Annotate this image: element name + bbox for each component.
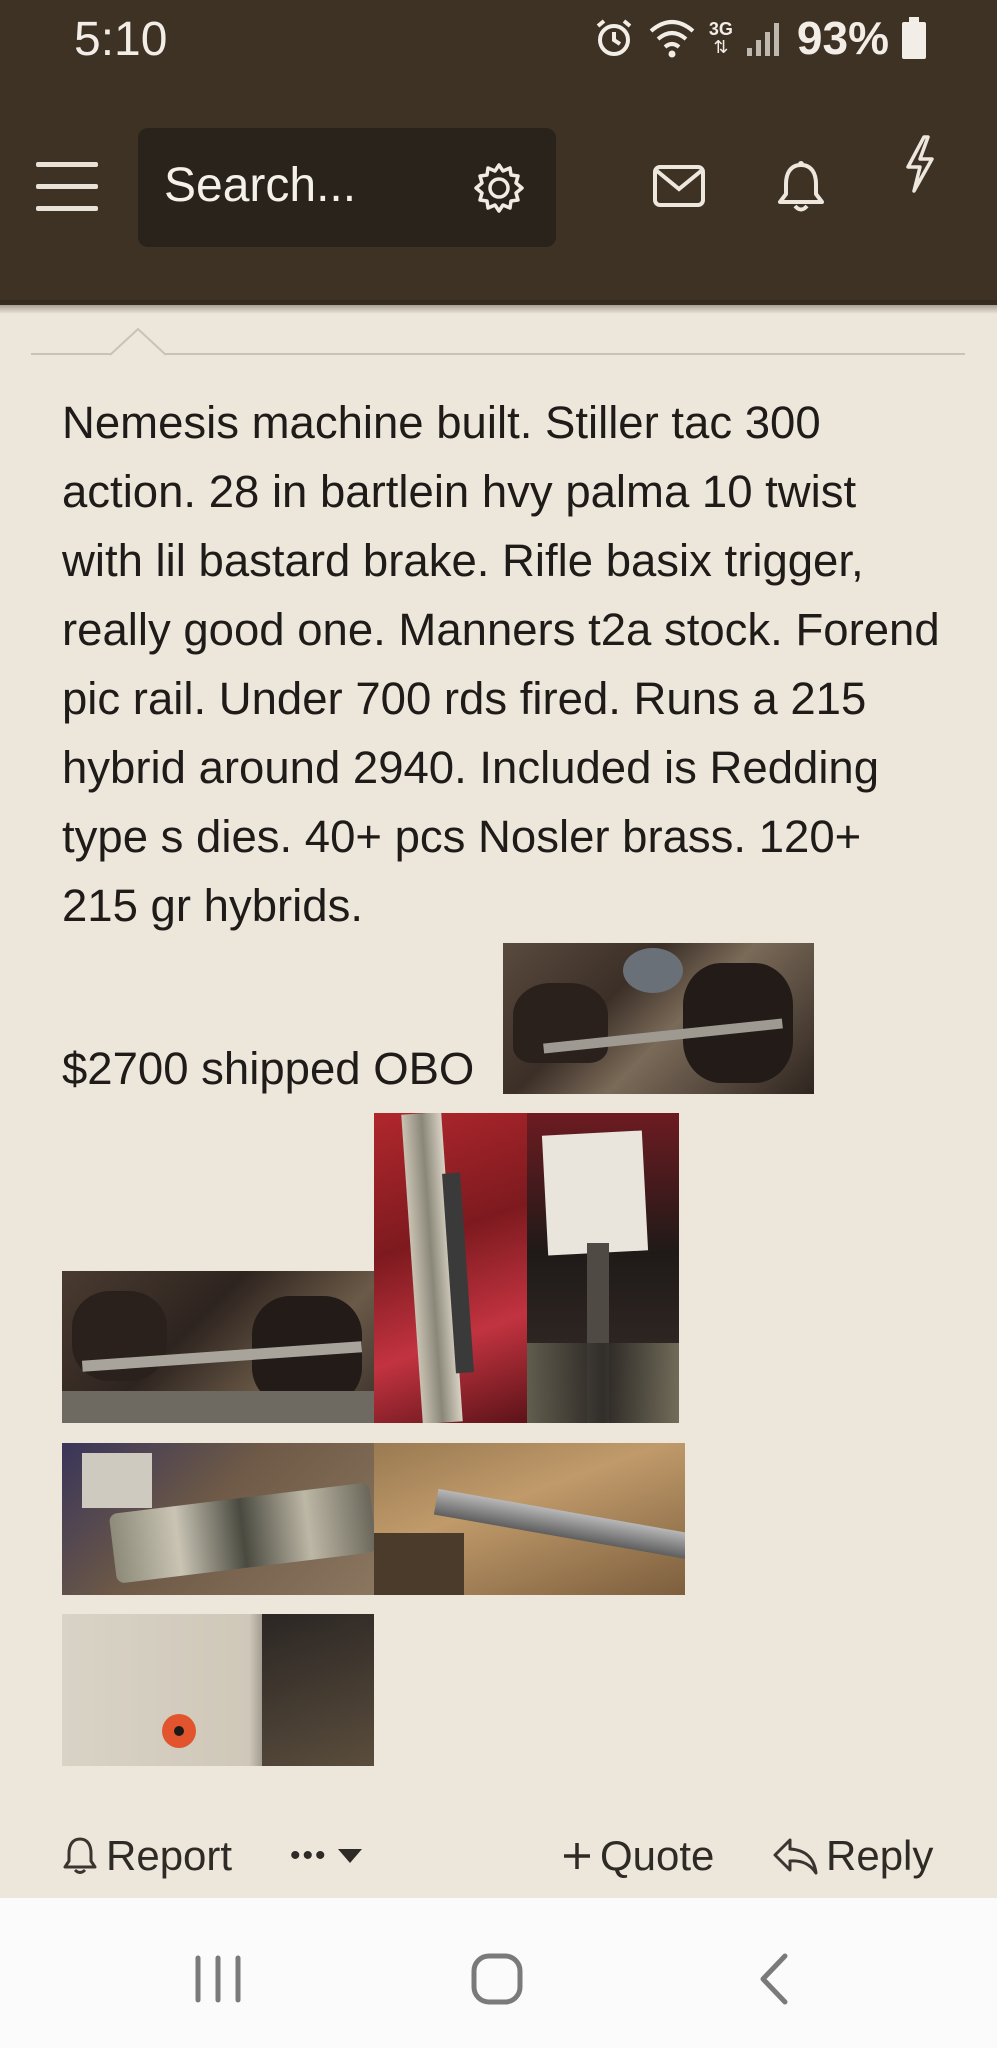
menu-icon-line [36,162,98,167]
menu-button[interactable] [36,160,98,212]
quote-label: Quote [600,1832,715,1879]
photo-detail [374,1533,464,1595]
report-label: Report [106,1832,233,1879]
photo-detail [541,1130,649,1256]
signal-icon [746,23,779,56]
back-icon[interactable] [755,1952,795,2006]
attachment-thumbnail[interactable] [503,943,814,1094]
alarm-icon [596,19,632,56]
report-button[interactable]: Report [62,1820,232,1892]
bell-icon [63,1837,97,1874]
menu-icon-line [36,184,98,189]
battery-icon [902,17,926,59]
quote-button[interactable]: Quote [562,1820,714,1892]
reply-button[interactable]: Reply [772,1820,933,1892]
bell-icon[interactable] [776,160,826,214]
network-type: 3G [708,19,733,39]
battery-percent: 93% [796,12,889,64]
attachment-thumbnail[interactable] [527,1113,679,1423]
data-arrows-icon: ⇅ [713,37,729,57]
more-label: ••• [290,1839,328,1872]
gear-icon[interactable] [473,162,525,214]
photo-detail [623,948,683,993]
reply-label: Reply [826,1832,934,1879]
reply-arrow-icon [773,1838,818,1875]
network-type-label: 3G ⇅ [709,20,733,56]
photo-detail [527,1343,679,1423]
photo-detail [82,1453,152,1508]
attachment-thumbnail[interactable] [374,1443,685,1595]
status-icons: 3G ⇅ 93% [593,10,927,66]
caret-down-icon [337,1849,362,1863]
post-price: $2700 shipped OBO [62,1043,475,1094]
attachment-thumbnail[interactable] [62,1271,374,1423]
attachment-thumbnail[interactable] [62,1443,374,1595]
photo-detail [62,1391,374,1423]
lightning-icon[interactable] [902,134,938,194]
post-divider [31,353,965,355]
photo-detail [174,1726,184,1736]
home-icon[interactable] [470,1952,524,2006]
post-actions: Report ••• Quote Reply [0,1820,997,1892]
header-shadow [0,300,997,314]
search-placeholder: Search... [164,159,357,212]
more-options-button[interactable]: ••• [290,1820,364,1892]
post-bubble-caret [110,327,166,356]
search-input[interactable]: Search... [138,128,556,247]
attachment-thumbnail[interactable] [374,1113,527,1423]
plus-icon [564,1843,590,1869]
recent-apps-icon[interactable] [192,1954,244,2004]
status-time: 5:10 [74,13,168,66]
menu-icon-line [36,206,98,211]
photo-detail [262,1614,374,1766]
envelope-icon[interactable] [652,164,706,208]
post-body: Nemesis machine built. Stiller tac 300 a… [62,397,940,931]
attachment-thumbnail[interactable] [62,1614,374,1766]
photo-detail [433,1488,685,1564]
wifi-icon [649,20,695,58]
system-nav-bar [0,1898,997,2048]
